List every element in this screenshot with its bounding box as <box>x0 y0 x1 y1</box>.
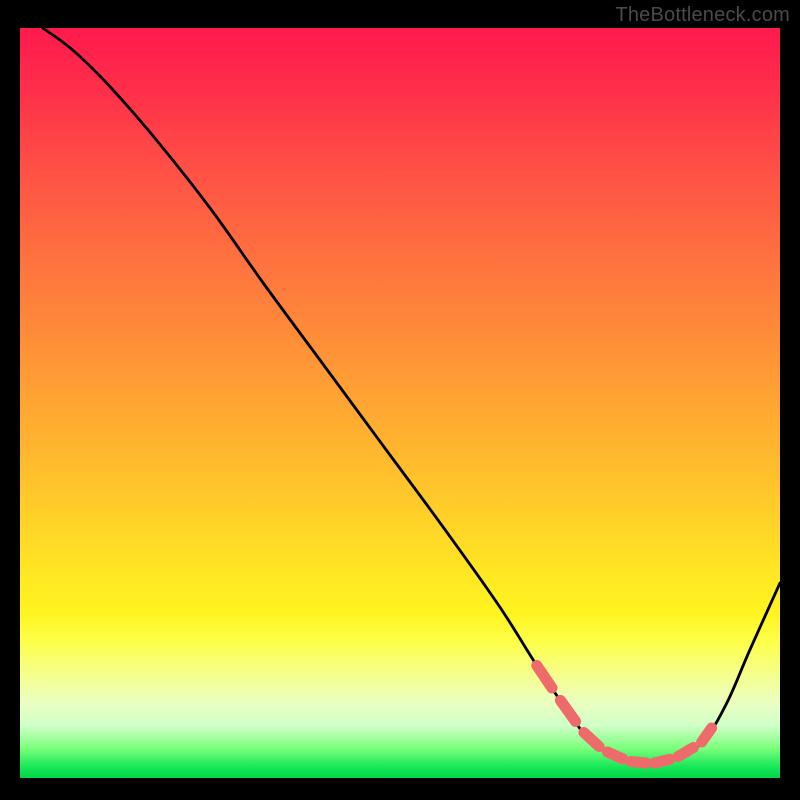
sweet-spot-dash <box>655 759 670 763</box>
sweet-spot-dash <box>631 762 646 764</box>
curve-svg <box>20 28 780 778</box>
sweet-spot-dash <box>537 666 552 689</box>
sweet-spot-dash <box>608 752 623 759</box>
sweet-spot-dash <box>678 748 693 757</box>
bottleneck-curve-line <box>43 28 780 764</box>
sweet-spot-dash <box>584 733 599 747</box>
chart-stage: TheBottleneck.com <box>0 0 800 800</box>
gradient-plot-area <box>20 28 780 778</box>
sweet-spot-dash <box>702 728 712 742</box>
watermark-text: TheBottleneck.com <box>615 4 790 27</box>
sweet-spot-dashes <box>537 666 712 764</box>
sweet-spot-dash <box>560 700 575 721</box>
